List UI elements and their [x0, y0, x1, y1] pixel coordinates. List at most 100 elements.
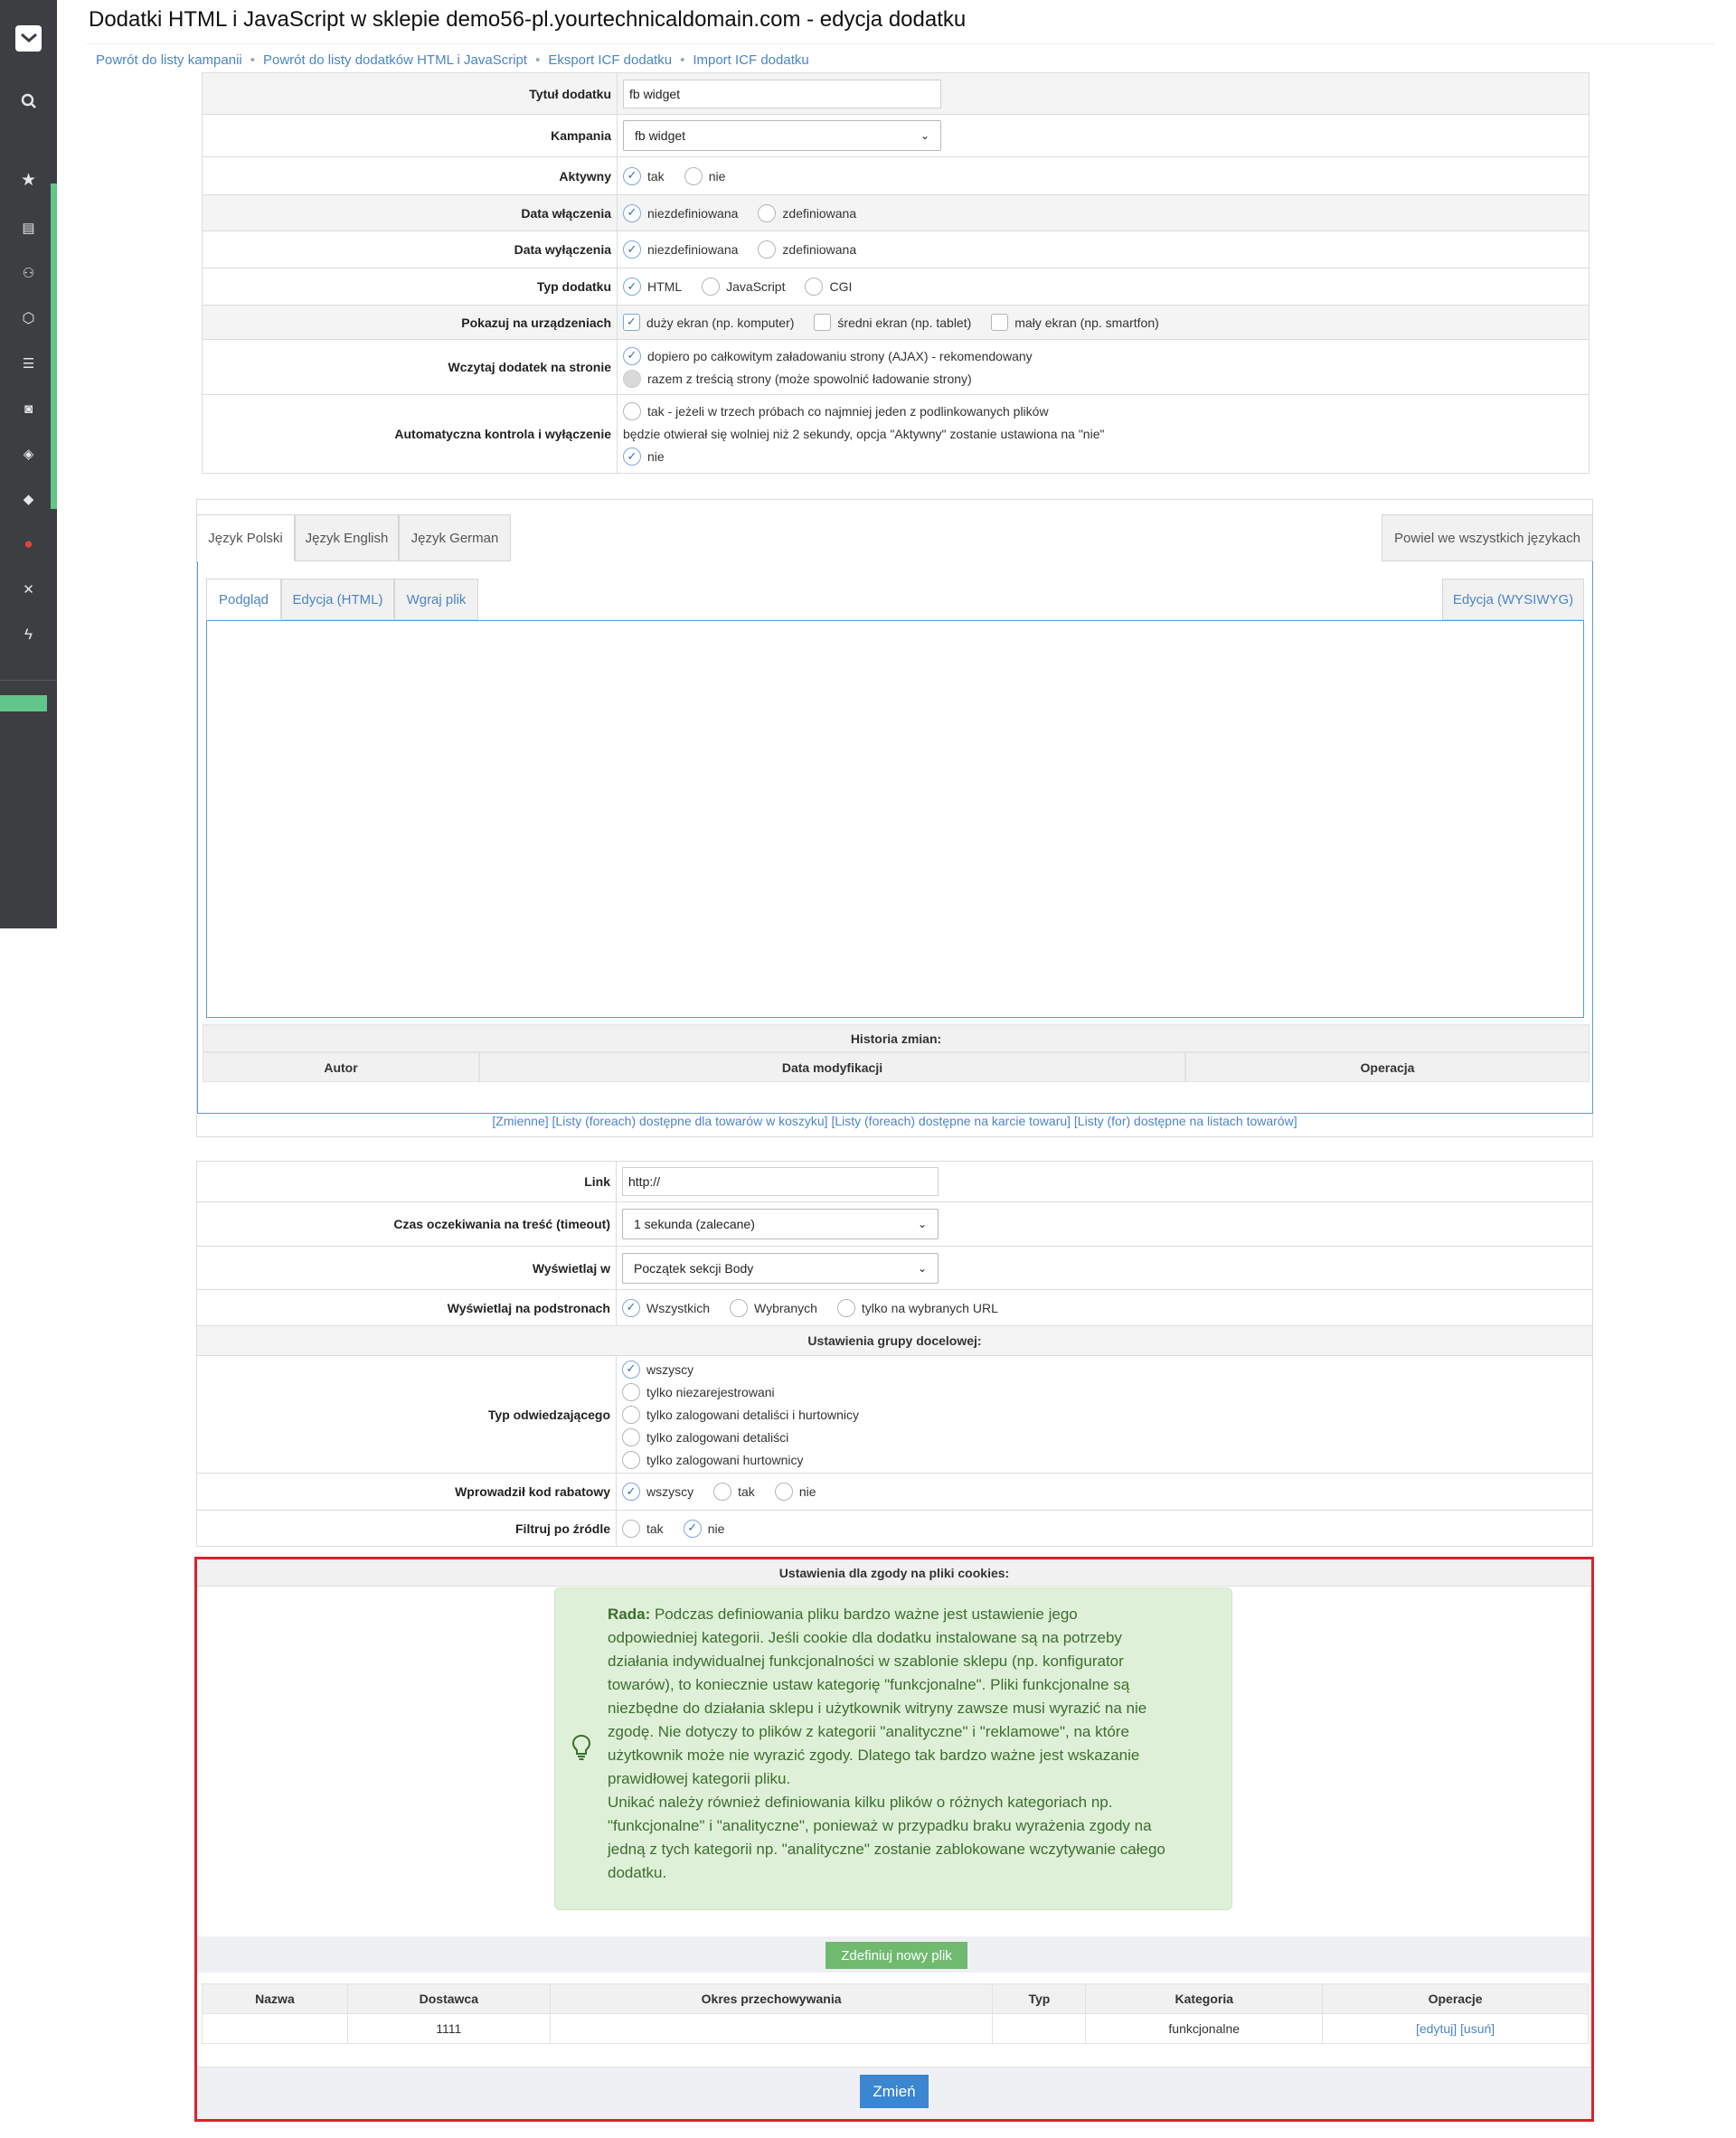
visitor-label: Typ odwiedzającego: [196, 1355, 617, 1474]
product-list-lists-link[interactable]: [Listy (for) dostępne na listach towarów…: [1074, 1114, 1297, 1128]
link-row: Link http://: [196, 1161, 1593, 1202]
timeout-select[interactable]: 1 sekunda (zalecane) ⌄: [622, 1209, 939, 1239]
type-html-radio[interactable]: HTML: [623, 278, 682, 296]
source-label: Filtruj po źródle: [196, 1510, 617, 1547]
chevron-down-icon: ⌄: [917, 1261, 927, 1275]
title-divider: [87, 43, 1714, 44]
star-icon[interactable]: ★: [0, 162, 57, 198]
source-yes-radio[interactable]: tak: [622, 1519, 664, 1538]
load-label: Wczytaj dodatek na stronie: [202, 339, 618, 395]
end-undefined-radio[interactable]: niezdefiniowana: [623, 240, 738, 259]
subpages-url-label: tylko na wybranych URL: [861, 1300, 998, 1315]
visitor-all-radio[interactable]: wszyscy: [622, 1360, 693, 1379]
device-large-checkbox[interactable]: duży ekran (np. komputer): [623, 314, 794, 331]
radio-checked-icon: [623, 166, 641, 185]
search-icon[interactable]: [0, 83, 57, 119]
load-ajax-radio[interactable]: dopiero po całkowitym załadowaniu strony…: [623, 346, 1033, 365]
visitor-retail-wholesale-radio[interactable]: tylko zalogowani detaliści i hurtownicy: [622, 1405, 859, 1424]
end-undefined-label: niezdefiniowana: [647, 242, 739, 257]
history-columns: Autor Data modyfikacji Operacja: [203, 1052, 1590, 1082]
autocheck-no-radio[interactable]: nie: [623, 447, 665, 466]
orders-icon[interactable]: ▤: [0, 210, 57, 246]
active-yes-label: tak: [647, 168, 665, 184]
discount-no-radio[interactable]: nie: [774, 1483, 816, 1501]
title-label: Tytuł dodatku: [202, 72, 618, 115]
tab-edit-wysiwyg[interactable]: Edycja (WYSIWYG): [1442, 579, 1584, 620]
chevron-down-icon: ⌄: [917, 1218, 927, 1230]
tab-preview[interactable]: Podgląd: [206, 579, 281, 620]
globe-icon[interactable]: ●: [0, 526, 57, 562]
cart-lists-link[interactable]: [Listy (foreach) dostępne dla towarów w …: [552, 1114, 828, 1128]
radio-checked-icon: [622, 1360, 640, 1379]
shuffle-icon[interactable]: ✕: [0, 571, 57, 607]
type-cgi-radio[interactable]: CGI: [805, 278, 852, 296]
title-input[interactable]: fb widget: [623, 79, 941, 108]
repeat-all-languages-button[interactable]: Powiel we wszystkich językach: [1382, 514, 1593, 561]
back-to-campaigns-link[interactable]: Powrót do listy kampanii: [96, 52, 242, 68]
discount-all-radio[interactable]: wszyscy: [622, 1483, 693, 1501]
radio-checked-icon: [683, 1519, 702, 1538]
autocheck-yes-radio[interactable]: tak - jeżeli w trzech próbach co najmnie…: [623, 402, 1049, 420]
type-js-radio[interactable]: JavaScript: [702, 278, 785, 296]
link-input[interactable]: http://: [622, 1167, 939, 1196]
device-small-checkbox[interactable]: mały ekran (np. smartfon): [991, 314, 1159, 331]
tab-language-polish[interactable]: Język Polski: [196, 514, 295, 561]
list-icon[interactable]: ☰: [0, 345, 57, 381]
active-yes-radio[interactable]: tak: [623, 166, 665, 185]
subpages-all-radio[interactable]: Wszystkich: [622, 1298, 710, 1317]
visitor-opt-label: tylko niezarejestrowani: [646, 1384, 775, 1399]
camera-icon[interactable]: ◙: [0, 391, 57, 427]
users-icon[interactable]: ⚇: [0, 255, 57, 291]
tab-edit-html[interactable]: Edycja (HTML): [281, 579, 394, 620]
visitor-wholesale-radio[interactable]: tylko zalogowani hurtownicy: [622, 1450, 804, 1469]
radio-disabled-icon: [623, 369, 641, 388]
variables-link[interactable]: [Zmienne]: [492, 1114, 548, 1128]
campaign-label: Kampania: [202, 114, 618, 157]
load-inline-radio[interactable]: razem z treścią strony (może spowolnić ł…: [623, 369, 972, 388]
start-undefined-radio[interactable]: niezdefiniowana: [623, 203, 738, 222]
type-cgi-label: CGI: [829, 279, 853, 294]
logo-icon[interactable]: [15, 25, 42, 52]
source-no-radio[interactable]: nie: [683, 1519, 724, 1538]
import-icf-link[interactable]: Import ICF dodatku: [693, 52, 808, 68]
back-to-addons-link[interactable]: Powrót do listy dodatków HTML i JavaScri…: [263, 52, 527, 68]
visitor-opt-label: tylko zalogowani detaliści i hurtownicy: [646, 1407, 859, 1422]
cookie-section-highlight: [194, 1557, 1594, 2122]
load-inline-label: razem z treścią strony (może spowolnić ł…: [647, 371, 972, 386]
export-icf-link[interactable]: Eksport ICF dodatku: [548, 52, 672, 68]
tab-upload-file[interactable]: Wgraj plik: [394, 579, 478, 620]
timeout-label: Czas oczekiwania na treść (timeout): [196, 1201, 617, 1247]
radio-icon: [702, 278, 721, 296]
display-in-select[interactable]: Początek sekcji Body ⌄: [622, 1252, 939, 1284]
tab-language-german[interactable]: Język German: [399, 514, 511, 561]
checkbox-icon: [991, 314, 1009, 331]
variables-links: [Zmienne] [Listy (foreach) dostępne dla …: [196, 1114, 1593, 1135]
campaign-select-value: fb widget: [635, 128, 686, 143]
tag-icon[interactable]: ◆: [0, 481, 57, 517]
tab-language-english[interactable]: Język English: [295, 514, 399, 561]
box-icon[interactable]: ⬡: [0, 300, 57, 336]
end-defined-radio[interactable]: zdefiniowana: [758, 240, 856, 259]
radio-icon: [623, 402, 641, 420]
device-medium-checkbox[interactable]: średni ekran (np. tablet): [814, 314, 971, 331]
target-group-header-row: Ustawienia grupy docelowej:: [196, 1325, 1593, 1356]
device-large-label: duży ekran (np. komputer): [646, 315, 795, 330]
discount-all-label: wszyscy: [646, 1484, 694, 1499]
bolt-icon[interactable]: ϟ: [0, 617, 57, 653]
chevron-down-icon: ⌄: [920, 129, 929, 142]
start-defined-radio[interactable]: zdefiniowana: [758, 203, 856, 222]
radio-icon: [713, 1483, 732, 1501]
layers-icon[interactable]: ◈: [0, 436, 57, 472]
visitor-retail-radio[interactable]: tylko zalogowani detaliści: [622, 1427, 788, 1446]
preview-area[interactable]: [206, 620, 1584, 1018]
timeout-row: Czas oczekiwania na treść (timeout) 1 se…: [196, 1201, 1593, 1247]
subpages-url-radio[interactable]: tylko na wybranych URL: [836, 1298, 998, 1317]
product-card-lists-link[interactable]: [Listy (foreach) dostępne na karcie towa…: [831, 1114, 1071, 1128]
discount-yes-radio[interactable]: tak: [713, 1483, 755, 1501]
subpages-selected-radio[interactable]: Wybranych: [730, 1298, 817, 1317]
type-label: Typ dodatku: [202, 268, 618, 306]
campaign-select[interactable]: fb widget ⌄: [623, 120, 941, 151]
radio-icon: [836, 1298, 855, 1317]
active-no-radio[interactable]: nie: [684, 166, 725, 185]
visitor-unregistered-radio[interactable]: tylko niezarejestrowani: [622, 1382, 775, 1401]
